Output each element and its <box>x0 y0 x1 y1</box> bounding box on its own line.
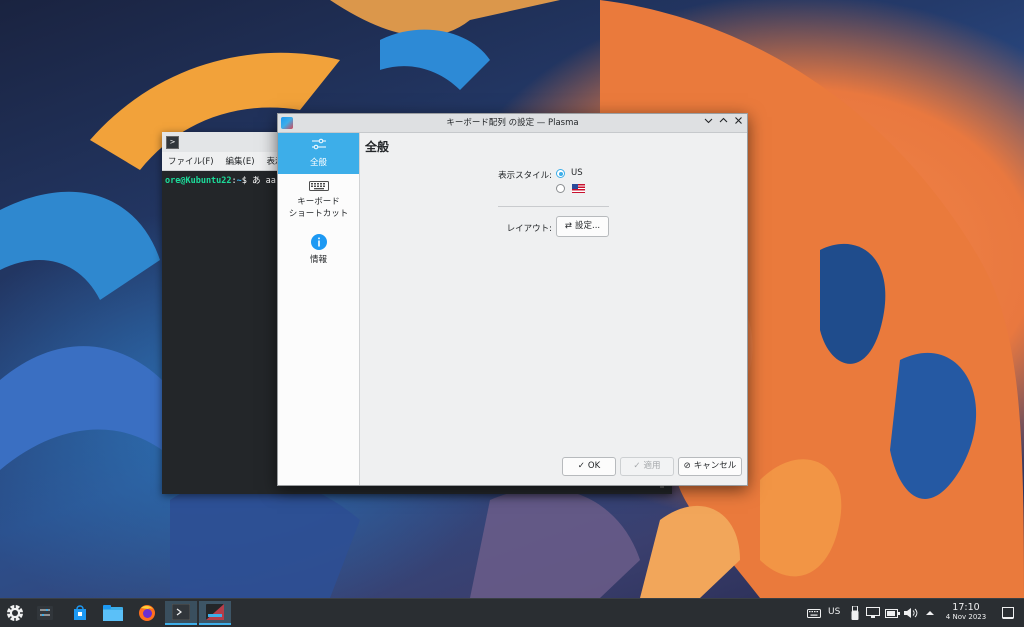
system-settings-icon[interactable] <box>31 601 59 625</box>
apply-button[interactable]: ✓ 適用 <box>620 457 674 476</box>
application-launcher-icon[interactable] <box>1 601 29 625</box>
keyboard-tray-icon[interactable] <box>803 601 825 625</box>
dialog-titlebar[interactable]: キーボード配列 の設定 — Plasma <box>278 114 747 133</box>
layout-configure-label: 設定... <box>575 221 601 231</box>
sidebar-item-label: 情報 <box>309 255 327 265</box>
clock-time: 17:10 <box>952 602 980 613</box>
battery-icon[interactable] <box>882 601 902 625</box>
usb-device-icon[interactable] <box>845 601 865 625</box>
sidebar-item-shortcuts[interactable]: キーボード ショートカット <box>278 181 359 220</box>
cancel-label: キャンセル <box>693 461 737 471</box>
discover-store-icon[interactable] <box>66 601 94 625</box>
ok-button[interactable]: ✓ OK <box>562 457 616 476</box>
prompt-input: あ aa <box>252 176 276 186</box>
display-style-us-label[interactable]: US <box>571 168 583 178</box>
taskbar-keyboard-settings[interactable] <box>199 601 231 625</box>
cancel-icon: ⊘ <box>683 461 691 471</box>
taskbar: US <box>0 598 1024 627</box>
file-manager-icon[interactable] <box>99 601 127 625</box>
sidebar-item-label-line1: キーボード <box>297 197 340 207</box>
info-icon <box>310 234 327 250</box>
form-separator <box>498 206 609 207</box>
taskbar-terminal[interactable] <box>165 601 197 625</box>
minimize-icon[interactable] <box>701 116 715 130</box>
keyboard-settings-dialog: キーボード配列 の設定 — Plasma 全般 キーボード ショートカット 情報… <box>277 113 748 486</box>
display-style-flag-radio[interactable] <box>556 184 565 193</box>
settings-sidebar: 全般 キーボード ショートカット 情報 <box>278 133 360 485</box>
plasma-keyboard-icon <box>206 604 224 620</box>
sidebar-item-label-line2: ショートカット <box>288 209 349 219</box>
cancel-button[interactable]: ⊘ キャンセル <box>678 457 742 476</box>
checkmark-icon: ✓ <box>633 461 641 471</box>
display-style-us-radio[interactable] <box>556 169 565 178</box>
close-icon[interactable] <box>731 116 745 130</box>
menu-file[interactable]: ファイル(F) <box>168 155 214 167</box>
dialog-title: キーボード配列 の設定 — Plasma <box>446 118 579 128</box>
volume-icon[interactable] <box>901 601 921 625</box>
ok-label: OK <box>587 461 601 471</box>
apply-label: 適用 <box>643 461 661 471</box>
us-flag-icon <box>572 184 585 193</box>
keyboard-layout-indicator[interactable]: US <box>828 607 840 617</box>
keyboard-icon <box>308 181 329 191</box>
maximize-icon[interactable] <box>716 116 730 130</box>
sidebar-item-label: 全般 <box>309 158 327 168</box>
clock-date: 4 Nov 2023 <box>945 613 987 621</box>
sliders-icon <box>311 138 326 150</box>
show-desktop-icon[interactable] <box>996 601 1020 625</box>
menu-edit[interactable]: 編集(E) <box>226 155 255 167</box>
tray-expand-icon[interactable] <box>920 601 940 625</box>
network-icon[interactable] <box>863 601 883 625</box>
layout-label: レイアウト: <box>506 224 552 234</box>
sidebar-item-about[interactable]: 情報 <box>278 234 359 266</box>
sidebar-item-general[interactable]: 全般 <box>278 133 359 174</box>
prompt-symbol: $ <box>241 176 247 186</box>
firefox-icon[interactable] <box>133 601 161 625</box>
display-style-label: 表示スタイル: <box>498 171 552 181</box>
digital-clock[interactable]: 17:10 4 Nov 2023 <box>940 602 992 622</box>
page-title: 全般 <box>365 140 390 154</box>
settings-content: 全般 表示スタイル: US レイアウト: ⇄ 設定... ✓ OK ✓ 適用 ⊘ キャン… <box>360 133 747 485</box>
prompt-user: ore@Kubuntu22 <box>165 176 232 186</box>
checkmark-icon: ✓ <box>577 461 585 471</box>
terminal-app-icon: > <box>166 135 179 149</box>
layout-configure-button[interactable]: ⇄ 設定... <box>556 216 609 237</box>
terminal-icon <box>172 604 190 620</box>
configure-icon: ⇄ <box>564 221 572 231</box>
